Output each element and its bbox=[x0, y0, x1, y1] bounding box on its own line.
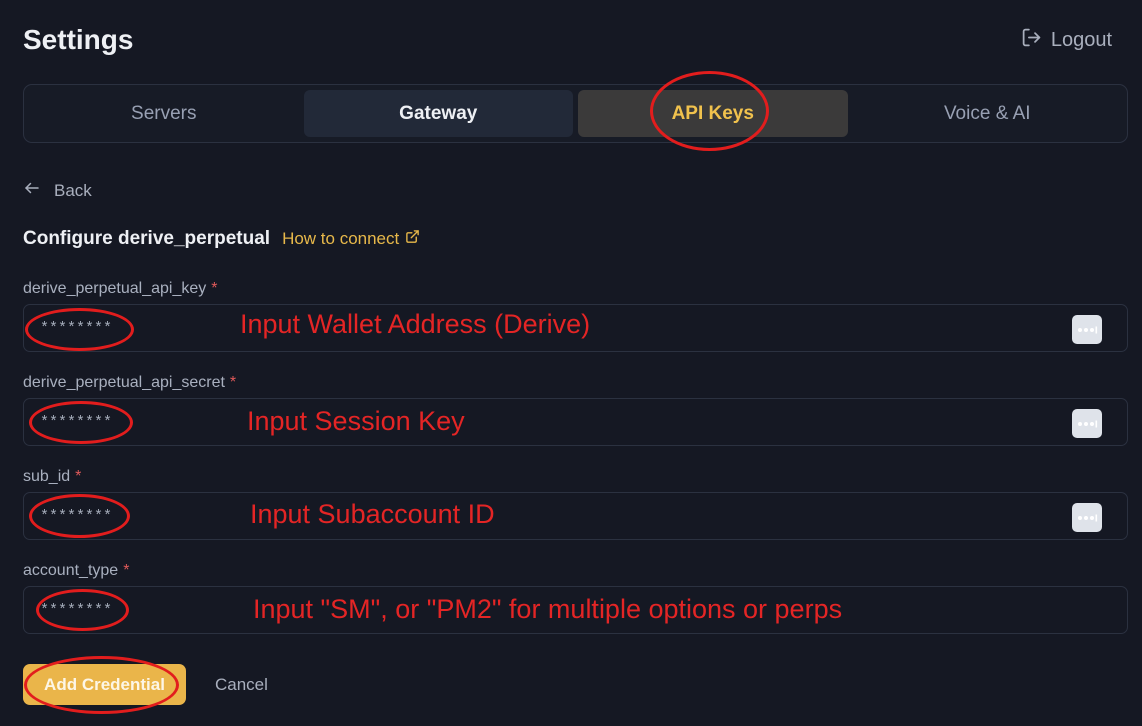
annotation-session-key: Input Session Key bbox=[247, 406, 465, 436]
field-label-text: sub_id bbox=[23, 468, 71, 485]
required-marker: * bbox=[211, 280, 218, 297]
how-to-connect-label: How to connect bbox=[282, 229, 400, 248]
more-dots-icon bbox=[1078, 326, 1098, 333]
settings-page: Settings Logout Servers Gateway API Keys… bbox=[0, 0, 1142, 726]
external-link-icon bbox=[405, 229, 420, 249]
more-dots-icon bbox=[1078, 514, 1098, 521]
tab-gateway[interactable]: Gateway bbox=[303, 90, 573, 137]
annotation-account-type: Input "SM", or "PM2" for multiple option… bbox=[253, 594, 843, 624]
settings-tabs: Servers Gateway API Keys Voice & AI bbox=[23, 84, 1128, 143]
how-to-connect-link[interactable]: How to connect bbox=[282, 229, 420, 249]
annotation-wallet-address: Input Wallet Address (Derive) bbox=[240, 309, 591, 339]
field-label-text: derive_perpetual_api_key bbox=[23, 280, 207, 297]
add-credential-button[interactable]: Add Credential bbox=[23, 664, 186, 705]
logout-label: Logout bbox=[1050, 29, 1112, 51]
tab-servers[interactable]: Servers bbox=[29, 90, 299, 137]
tab-api-keys[interactable]: API Keys bbox=[578, 90, 848, 137]
required-marker: * bbox=[123, 562, 130, 579]
config-header: Configure derive_perpetual How to connec… bbox=[23, 228, 420, 250]
field-label-text: derive_perpetual_api_secret bbox=[23, 374, 225, 391]
field-label-sub-id: sub_id * bbox=[23, 468, 81, 486]
password-manager-button[interactable] bbox=[1072, 409, 1102, 438]
logout-button[interactable]: Logout bbox=[1021, 27, 1112, 54]
config-title: Configure derive_perpetual bbox=[23, 228, 271, 249]
more-dots-icon bbox=[1078, 420, 1098, 427]
back-label: Back bbox=[54, 180, 92, 200]
api-secret-field bbox=[23, 398, 1128, 446]
password-manager-button[interactable] bbox=[1072, 315, 1102, 344]
required-marker: * bbox=[75, 468, 82, 485]
annotation-subaccount-id: Input Subaccount ID bbox=[250, 499, 495, 529]
logout-icon bbox=[1021, 27, 1042, 54]
field-label-api-secret: derive_perpetual_api_secret * bbox=[23, 374, 236, 392]
back-link[interactable]: Back bbox=[23, 179, 92, 202]
api-secret-input[interactable] bbox=[40, 399, 940, 445]
page-title: Settings bbox=[23, 24, 134, 55]
sub-id-field bbox=[23, 492, 1128, 540]
field-label-api-key: derive_perpetual_api_key * bbox=[23, 280, 217, 298]
field-label-text: account_type bbox=[23, 562, 119, 579]
required-marker: * bbox=[229, 374, 237, 391]
arrow-left-icon bbox=[23, 179, 41, 202]
password-manager-button[interactable] bbox=[1072, 503, 1102, 532]
cancel-button[interactable]: Cancel bbox=[215, 675, 268, 695]
tab-voice-ai[interactable]: Voice & AI bbox=[853, 90, 1123, 137]
field-label-account-type: account_type * bbox=[23, 562, 129, 580]
